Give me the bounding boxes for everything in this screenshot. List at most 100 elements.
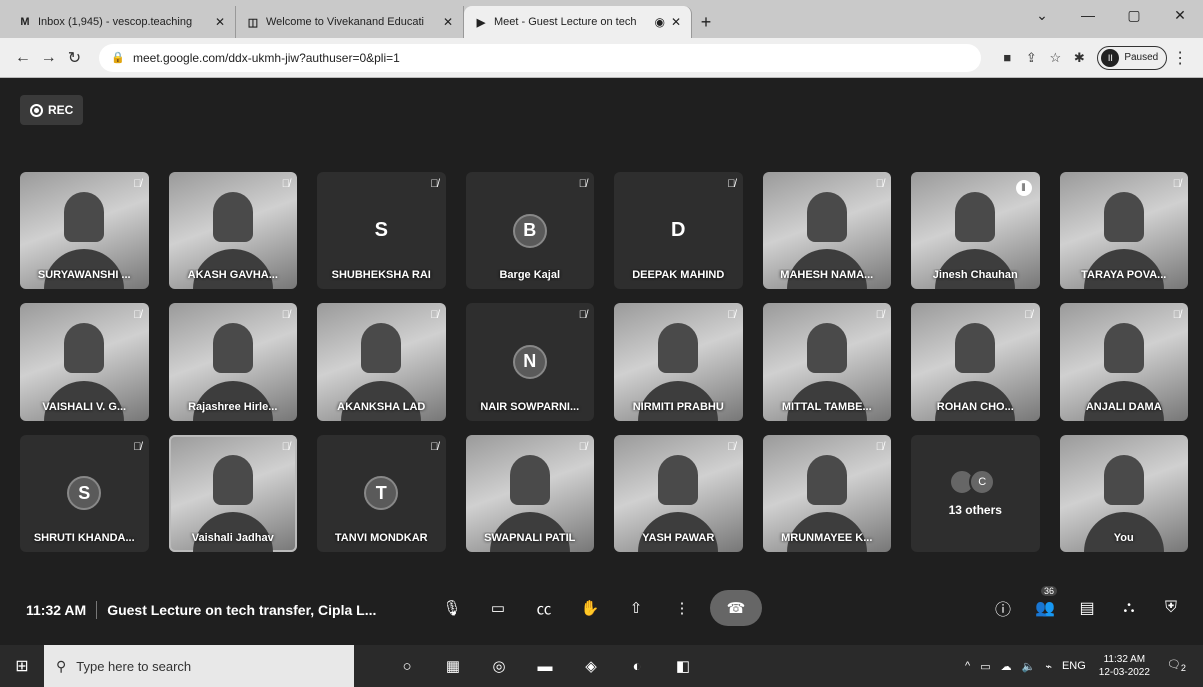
extensions-icon[interactable]: ✱ [1067,50,1091,66]
participant-tile[interactable]: You [1059,434,1188,552]
meeting-title: Guest Lecture on tech transfer, Cipla L.… [107,602,377,618]
maximize-icon[interactable]: ▢ [1111,0,1157,30]
participant-tile[interactable]: SURYAWANSHI ... 🎙̸ [20,172,149,290]
microphone-button[interactable]: 🎙 [434,590,470,626]
participant-grid: SURYAWANSHI ... 🎙̸ AKASH GAVHA... 🎙̸ S SHUBHE… [20,172,1188,552]
host-controls-button[interactable]: ⛨ [1153,590,1189,626]
chevron-up-icon[interactable]: ^ [965,660,970,672]
battery-icon[interactable]: ▭ [980,660,990,673]
edge-icon[interactable]: ◐ [614,645,660,687]
participant-tile[interactable]: Jinesh Chauhan ⦀ [911,172,1040,290]
browser-tab-bar: M Inbox (1,945) - vescop.teaching ✕ ◫ We… [0,0,1203,38]
mic-off-icon: 🎙̸ [133,178,142,190]
taskbar-search[interactable]: ⚲ Type here to search [44,645,354,687]
participant-tile[interactable]: MITTAL TAMBE... 🎙̸ [762,303,891,421]
close-icon[interactable]: ✕ [215,15,225,29]
microphone-icon: 🎙 [442,600,462,617]
people-button[interactable]: 👥 36 [1027,586,1063,626]
more-options-button[interactable]: ⋮ [664,590,700,626]
bookmark-star-icon[interactable]: ☆ [1043,50,1067,66]
close-icon[interactable]: ✕ [671,15,681,29]
notification-count: 2 [1180,663,1186,674]
tab-vivekanand[interactable]: ◫ Welcome to Vivekanand Educati ✕ [236,6,464,38]
app-icon[interactable]: ◧ [660,645,706,687]
camera-button[interactable]: ▭ [480,590,516,626]
participant-tile[interactable]: T TANVI MONDKAR 🎙̸ [317,434,446,552]
mic-off-icon: 🎙̸ [1172,178,1181,190]
participant-tile[interactable]: AKANKSHA LAD 🎙̸ [317,303,446,421]
participant-tile[interactable]: MRUNMAYEE K... 🎙̸ [762,434,891,552]
close-icon[interactable]: ✕ [443,15,453,29]
lock-icon[interactable]: 🔒 [111,51,125,64]
participant-tile[interactable]: N NAIR SOWPARNI... 🎙̸ [465,303,594,421]
participant-name: You [1113,532,1134,544]
participant-tile[interactable]: AKASH GAVHA... 🎙̸ [168,172,297,290]
gmail-icon: M [20,16,30,28]
volume-icon[interactable]: 🔈 [1022,660,1036,673]
tab-title: Welcome to Vivekanand Educati [266,16,424,28]
notification-icon[interactable]: 🗨2 [1167,658,1186,673]
onedrive-icon[interactable]: ☁ [1001,660,1012,673]
mic-off-icon: 🎙̸ [875,440,884,453]
share-icon[interactable]: ⇪ [1019,50,1043,66]
tab-title: Meet - Guest Lecture on tech [494,16,637,28]
participant-tile[interactable]: Vaishali Jadhav 🎙̸ [168,434,297,552]
participant-tile[interactable]: S SHRUTI KHANDA... 🎙̸ [20,434,149,552]
participant-tile[interactable]: Rajashree Hirle... 🎙̸ [168,303,297,421]
participant-tile[interactable]: TARAYA POVA... 🎙̸ [1059,172,1188,290]
task-view-icon[interactable]: ▦ [430,645,476,687]
participant-tile[interactable]: ROHAN CHO... 🎙̸ [911,303,1040,421]
avatar: N [512,344,547,379]
participant-tile[interactable]: SWAPNALI PATIL 🎙̸ [465,434,594,552]
mic-off-icon: 🎙̸ [430,309,439,322]
captions-button[interactable]: ㏄ [526,590,562,626]
participant-name: AKANKSHA LAD [337,400,426,413]
tab-search-icon[interactable]: ⌄ [1019,0,1065,30]
others-group: C 13 others [949,469,1002,517]
close-window-icon[interactable]: ✕ [1157,0,1203,30]
camera-icon: ▭ [490,600,506,617]
chat-icon: ▤ [1079,600,1095,617]
chat-button[interactable]: ▤ [1069,590,1105,626]
clock-time: 11:32 AM [1103,654,1146,665]
meeting-details-button[interactable]: ⓘ [985,590,1021,626]
present-button[interactable]: ⇧ [618,590,654,626]
menu-kebab-icon[interactable]: ⋮ [1167,48,1193,68]
start-button[interactable]: ⊞ [0,645,44,687]
participant-tile[interactable]: D DEEPAK MAHIND 🎙̸ [614,172,743,290]
cortana-icon[interactable]: ○ [384,645,430,687]
participant-tile[interactable]: C 13 others [911,434,1040,552]
forward-icon[interactable]: → [36,49,62,67]
participant-tile[interactable]: YASH PAWAR 🎙̸ [614,434,743,552]
language-indicator[interactable]: ENG [1062,660,1086,672]
activities-button[interactable]: ⛬ [1111,590,1147,626]
chrome-icon[interactable]: ◎ [476,645,522,687]
participant-tile[interactable]: B Barge Kajal 🎙̸ [465,172,594,290]
video-feed [955,323,996,374]
raise-hand-button[interactable]: ✋ [572,590,608,626]
participant-tile[interactable]: VAISHALI V. G... 🎙̸ [20,303,149,421]
network-icon[interactable]: ⌁ [1045,660,1052,673]
participant-tile[interactable]: NIRMITI PRABHU 🎙̸ [614,303,743,421]
participant-name: SURYAWANSHI ... [37,269,131,282]
profile-paused-button[interactable]: II Paused [1097,45,1168,70]
avatar: T [364,476,399,511]
taskbar-clock[interactable]: 11:32 AM 12-03-2022 [1099,653,1150,679]
camera-in-use-icon[interactable]: ■ [995,50,1019,65]
reload-icon[interactable]: ↻ [62,48,88,68]
back-icon[interactable]: ← [10,49,36,67]
participant-tile[interactable]: MAHESH NAMA... 🎙̸ [762,172,891,290]
participant-tile[interactable]: S SHUBHEKSHA RAI 🎙̸ [317,172,446,290]
tab-gmail[interactable]: M Inbox (1,945) - vescop.teaching ✕ [8,6,236,38]
video-feed [955,192,996,242]
new-tab-button[interactable]: + [692,6,720,38]
url-input[interactable]: 🔒 meet.google.com/ddx-ukmh-jiw?authuser=… [99,43,982,72]
tab-meet[interactable]: ▶ Meet - Guest Lecture on tech ◉ ✕ [464,6,692,38]
app-icon[interactable]: ◈ [568,645,614,687]
participant-tile[interactable]: ANJALI DAMA 🎙̸ [1059,303,1188,421]
taskbar-apps: ○ ▦ ◎ ▬ ◈ ◐ ◧ [384,645,706,687]
file-explorer-icon[interactable]: ▬ [522,645,568,687]
minimize-icon[interactable]: — [1065,0,1111,30]
leave-call-button[interactable]: ☎ [710,590,762,626]
mic-off-icon: 🎙̸ [430,178,439,190]
